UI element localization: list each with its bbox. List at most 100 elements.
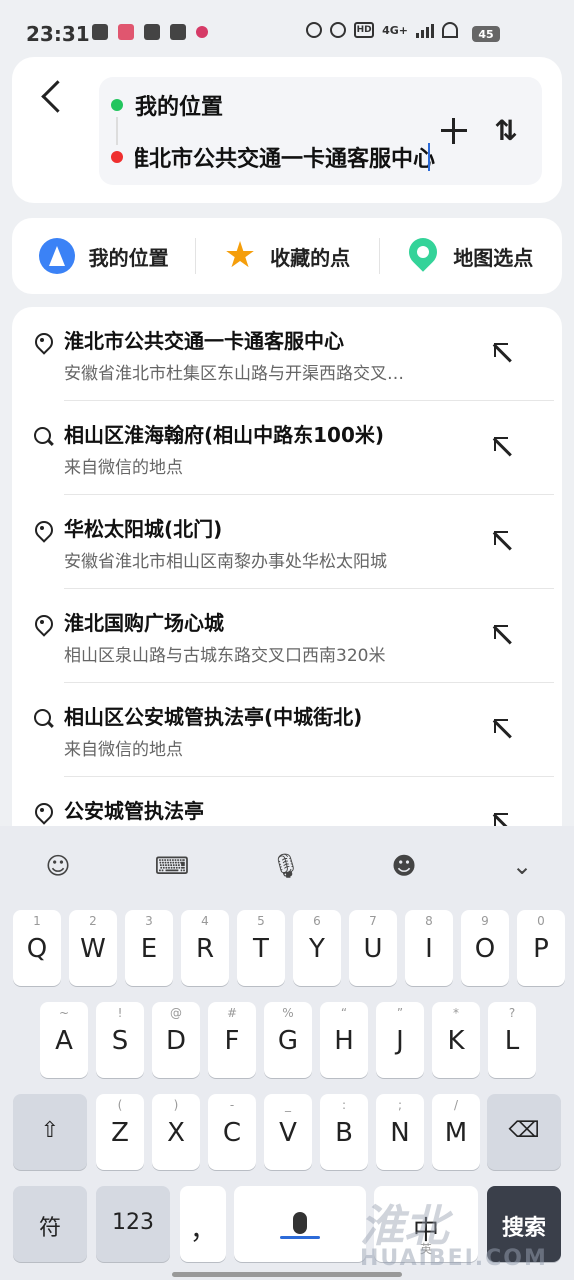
key-secondary-label: 6: [313, 914, 321, 928]
key-label: 123: [112, 1210, 154, 1235]
key-y[interactable]: 6Y: [293, 910, 341, 986]
key-secondary-label: 1: [33, 914, 41, 928]
fill-arrow-icon[interactable]: [490, 809, 518, 827]
key-i[interactable]: 8I: [405, 910, 453, 986]
key-c[interactable]: -C: [208, 1094, 256, 1170]
key-b[interactable]: :B: [320, 1094, 368, 1170]
baidu-ime-icon[interactable]: ☻: [384, 846, 424, 886]
key-l[interactable]: ? L: [488, 1002, 536, 1078]
fill-arrow-icon[interactable]: [490, 621, 518, 649]
key-g[interactable]: % G: [264, 1002, 312, 1078]
key-z[interactable]: (Z: [96, 1094, 144, 1170]
home-indicator[interactable]: [172, 1272, 402, 1277]
key-secondary-label: 7: [369, 914, 377, 928]
key-label: 搜索: [501, 1216, 546, 1241]
search-icon: [34, 427, 52, 445]
key-label: C: [222, 1118, 242, 1148]
list-item[interactable]: 相山区公安城管执法亭(中城街北) 来自微信的地点: [12, 683, 562, 777]
key-secondary-label: !: [117, 1006, 123, 1020]
key-v[interactable]: _ V: [264, 1094, 312, 1170]
key-h[interactable]: “H: [320, 1002, 368, 1078]
key-label: M: [444, 1118, 468, 1148]
numbers-key[interactable]: 123: [96, 1186, 170, 1262]
favorites-option[interactable]: ★ 收藏的点: [195, 218, 378, 294]
list-item[interactable]: 淮北国购广场心城 相山区泉山路与古城东路交叉口西南320米: [12, 589, 562, 683]
network-type: 4G+: [382, 23, 408, 37]
list-item[interactable]: 相山区淮海翰府(相山中路东100米) 来自微信的地点: [12, 401, 562, 495]
space-bar[interactable]: [234, 1186, 366, 1262]
list-item-title: 淮北国购广场心城: [64, 611, 224, 635]
start-dot-icon: [111, 99, 123, 111]
symbols-key[interactable]: 符: [13, 1186, 87, 1262]
list-item[interactable]: 华松太阳城(北门) 安徽省淮北市相山区南黎办事处华松太阳城: [12, 495, 562, 589]
route-inputs: 我的位置 淮北市公共交通一卡通客服中心 ⇅: [99, 77, 542, 185]
emoji-icon[interactable]: ☺: [38, 846, 78, 886]
key-label: G: [277, 1026, 299, 1056]
list-item-title: 相山区淮海翰府(相山中路东100米): [64, 423, 385, 447]
wifi-icon: [442, 22, 458, 38]
my-location-option[interactable]: 我的位置: [12, 218, 195, 294]
key-q[interactable]: 1Q: [13, 910, 61, 986]
key-n[interactable]: ; N: [376, 1094, 424, 1170]
suggestion-list: 淮北市公共交通一卡通客服中心 安徽省淮北市杜集区东山路与开渠西路交叉… 相山区淮…: [12, 307, 562, 827]
keyboard-icon[interactable]: ⌨: [152, 846, 192, 886]
key-label: F: [224, 1026, 240, 1056]
key-secondary-label: /: [453, 1098, 459, 1112]
key-r[interactable]: 4R: [181, 910, 229, 986]
place-icon: [34, 521, 52, 539]
quick-option-label: 收藏的点: [270, 245, 351, 270]
route-connector: [116, 117, 118, 145]
swap-route-button[interactable]: ⇅: [489, 113, 523, 149]
list-item[interactable]: 公安城管执法亭: [12, 777, 562, 827]
list-item-subtitle: 来自微信的地点: [64, 458, 183, 478]
microphone-icon[interactable]: 🎙: [266, 846, 306, 886]
key-o[interactable]: 9O: [461, 910, 509, 986]
key-label: K: [447, 1026, 465, 1056]
key-label: A: [55, 1026, 73, 1056]
shift-icon[interactable]: ⇧: [13, 1094, 87, 1170]
key-secondary-label: (: [117, 1098, 123, 1112]
destination-input[interactable]: 淮北市公共交通一卡通客服中心: [135, 141, 435, 173]
key-k[interactable]: * K: [432, 1002, 480, 1078]
list-item-subtitle: 来自微信的地点: [64, 740, 183, 760]
collapse-keyboard-icon[interactable]: ⌄: [502, 846, 542, 886]
list-item-title: 相山区公安城管执法亭(中城街北): [64, 705, 363, 729]
key-label: Z: [111, 1118, 129, 1148]
key-a[interactable]: ~ A: [40, 1002, 88, 1078]
key-secondary-label: ?: [508, 1006, 516, 1020]
key-e[interactable]: 3E: [125, 910, 173, 986]
key-label: V: [279, 1118, 297, 1148]
backspace-icon[interactable]: ⌫: [487, 1094, 561, 1170]
comma-key[interactable]: ，: [180, 1186, 226, 1262]
fill-arrow-icon[interactable]: [490, 339, 518, 367]
add-waypoint-button[interactable]: [438, 115, 470, 147]
key-secondary-label: ;: [397, 1098, 403, 1112]
space-indicator: [280, 1236, 320, 1239]
alarm-icon: [306, 22, 323, 38]
key-f[interactable]: # F: [208, 1002, 256, 1078]
signal-icon: [416, 22, 434, 38]
fill-arrow-icon[interactable]: [490, 433, 518, 461]
key-t[interactable]: 5T: [237, 910, 285, 986]
place-icon: [34, 803, 52, 821]
key-w[interactable]: 2W: [69, 910, 117, 986]
key-s[interactable]: ! S: [96, 1002, 144, 1078]
map-pick-option[interactable]: 地图选点: [378, 218, 562, 294]
start-input[interactable]: 我的位置: [135, 89, 223, 121]
key-x[interactable]: ) X: [152, 1094, 200, 1170]
key-u[interactable]: 7U: [349, 910, 397, 986]
list-item[interactable]: 淮北市公共交通一卡通客服中心 安徽省淮北市杜集区东山路与开渠西路交叉…: [12, 307, 562, 401]
key-label: ⌫: [508, 1118, 540, 1143]
key-label: J: [396, 1026, 404, 1056]
app-dot-icon: [196, 26, 208, 38]
telegram-icon: [92, 24, 108, 40]
key-j[interactable]: ” J: [376, 1002, 424, 1078]
key-m[interactable]: / M: [432, 1094, 480, 1170]
watermark-text: HUAIBEI.COM: [360, 1246, 548, 1271]
fill-arrow-icon[interactable]: [490, 715, 518, 743]
key-p[interactable]: 0P: [517, 910, 565, 986]
key-secondary-label: 3: [145, 914, 153, 928]
key-d[interactable]: @ D: [152, 1002, 200, 1078]
back-arrow-icon[interactable]: [36, 79, 72, 119]
fill-arrow-icon[interactable]: [490, 527, 518, 555]
